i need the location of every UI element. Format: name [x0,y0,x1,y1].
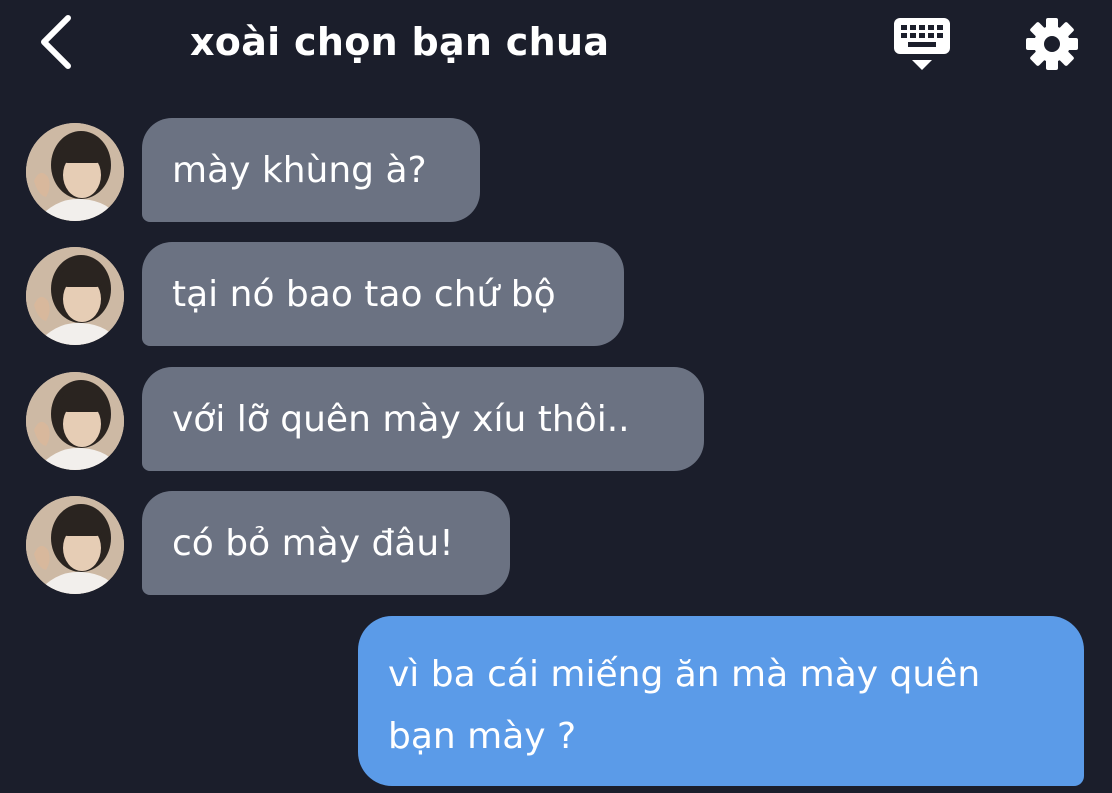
message-row: tại nó bao tao chứ bộ [0,242,1112,346]
profile-photo-icon [26,247,124,345]
message-row: với lỡ quên mày xíu thôi.. [0,367,1112,471]
gear-icon [1026,18,1078,70]
message-text: có bỏ mày đâu! [172,522,454,564]
keyboard-button[interactable] [890,14,954,74]
incoming-message-bubble[interactable]: mày khùng à? [142,118,480,222]
message-text-line: bạn mày ? [388,716,577,757]
profile-photo-icon [26,123,124,221]
profile-photo-icon [26,372,124,470]
incoming-message-bubble[interactable]: có bỏ mày đâu! [142,491,510,595]
avatar[interactable] [26,496,124,594]
message-text: mày khùng à? [172,149,427,191]
incoming-message-bubble[interactable]: tại nó bao tao chứ bộ [142,242,624,346]
keyboard-icon [894,18,950,70]
message-text: với lỡ quên mày xíu thôi.. [172,398,630,440]
avatar[interactable] [26,372,124,470]
back-button[interactable] [28,12,84,72]
incoming-message-bubble[interactable]: với lỡ quên mày xíu thôi.. [142,367,704,471]
chevron-left-icon [41,15,71,69]
chat-header: xoài chọn bạn chua [0,0,1112,90]
message-text: tại nó bao tao chứ bộ [172,273,556,315]
avatar[interactable] [26,123,124,221]
message-text-line: vì ba cái miếng ăn mà mày quên [388,654,981,695]
message-row: mày khùng à? [0,118,1112,222]
avatar[interactable] [26,247,124,345]
profile-photo-icon [26,496,124,594]
outgoing-message-bubble[interactable]: vì ba cái miếng ăn mà mày quên bạn mày ? [358,616,1084,786]
settings-button[interactable] [1022,16,1082,72]
message-row: có bỏ mày đâu! [0,491,1112,595]
chat-title: xoài chọn bạn chua [190,20,610,64]
